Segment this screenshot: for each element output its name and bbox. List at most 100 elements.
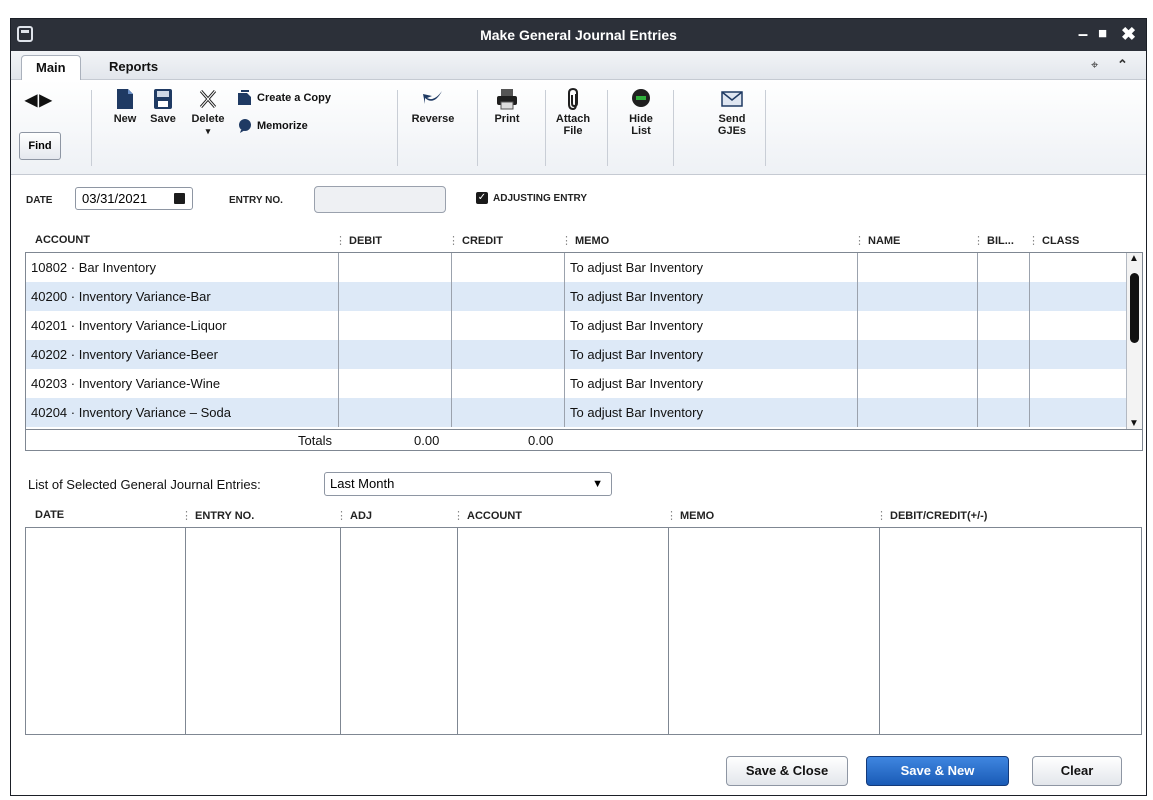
calendar-icon[interactable] [174,193,185,204]
previous-arrow-icon[interactable]: ◀ [25,92,39,109]
list-filter-dropdown[interactable]: Last Month ▼ [324,472,612,496]
table-row[interactable]: 10802 · Bar Inventory To adjust Bar Inve… [26,253,1128,282]
debit-cell[interactable] [339,369,452,398]
memo-cell[interactable]: To adjust Bar Inventory [565,282,858,311]
billable-cell[interactable] [978,398,1030,427]
hide-list-button[interactable]: Hide List [621,88,661,137]
chevron-up-icon[interactable]: ⌃ [1117,57,1128,73]
billable-cell[interactable] [978,369,1030,398]
date-field[interactable]: 03/31/2021 [75,187,193,210]
account-cell[interactable]: 40203 · Inventory Variance-Wine [26,369,339,398]
column-header-memo[interactable]: ⋮ MEMO [561,234,609,247]
table-row[interactable]: 40202 · Inventory Variance-Beer To adjus… [26,340,1128,369]
create-copy-button[interactable]: Create a Copy [237,90,331,106]
entry-no-label: ENTRY NO. [229,195,283,206]
account-cell[interactable]: 40200 · Inventory Variance-Bar [26,282,339,311]
debit-cell[interactable] [339,282,452,311]
journal-entry-window: Make General Journal Entries – ■ ✖ Main … [10,18,1147,796]
debit-cell[interactable] [339,398,452,427]
new-document-icon [117,89,133,109]
tab-reports[interactable]: Reports [95,55,172,79]
memo-cell[interactable]: To adjust Bar Inventory [565,369,858,398]
name-cell[interactable] [858,253,978,282]
table-row[interactable]: 40200 · Inventory Variance-Bar To adjust… [26,282,1128,311]
list-header-entry-no[interactable]: ⋮ ENTRY NO. [181,509,254,522]
class-cell[interactable] [1030,398,1128,427]
memo-cell[interactable]: To adjust Bar Inventory [565,340,858,369]
credit-cell[interactable] [452,253,565,282]
debit-cell[interactable] [339,253,452,282]
scroll-up-icon[interactable]: ▲ [1129,253,1139,264]
entry-no-field[interactable] [314,186,446,213]
class-cell[interactable] [1030,253,1128,282]
billable-cell[interactable] [978,340,1030,369]
next-arrow-icon[interactable]: ▶ [39,92,53,109]
credit-cell[interactable] [452,311,565,340]
debit-cell[interactable] [339,311,452,340]
credit-cell[interactable] [452,398,565,427]
memo-cell[interactable]: To adjust Bar Inventory [565,253,858,282]
credit-cell[interactable] [452,340,565,369]
credit-cell[interactable] [452,369,565,398]
list-header-adj[interactable]: ⋮ ADJ [336,509,372,522]
class-cell[interactable] [1030,282,1128,311]
credit-cell[interactable] [452,282,565,311]
list-header-debit-credit[interactable]: ⋮ DEBIT/CREDIT(+/-) [876,509,987,522]
new-button[interactable]: New [107,88,143,125]
print-button[interactable]: Print [487,88,527,125]
account-cell[interactable]: 40201 · Inventory Variance-Liquor [26,311,339,340]
list-column-memo [669,528,880,734]
list-header-memo[interactable]: ⋮ MEMO [666,509,714,522]
delete-button[interactable]: Delete ▾ [187,88,229,137]
name-cell[interactable] [858,340,978,369]
class-cell[interactable] [1030,311,1128,340]
debit-cell[interactable] [339,340,452,369]
find-button[interactable]: Find [19,132,61,160]
delete-x-icon [199,90,217,108]
column-header-class[interactable]: ⋮ CLASS [1028,234,1079,247]
reverse-button[interactable]: Reverse [407,88,459,125]
save-button[interactable]: Save [145,88,181,125]
name-cell[interactable] [858,282,978,311]
expand-icon[interactable]: ⌖ [1091,57,1098,73]
name-cell[interactable] [858,311,978,340]
column-header-name[interactable]: ⋮ NAME [854,234,900,247]
minimize-icon[interactable]: – [1078,23,1088,45]
maximize-icon[interactable]: ■ [1098,23,1107,45]
close-icon[interactable]: ✖ [1121,23,1136,45]
account-cell[interactable]: 10802 · Bar Inventory [26,253,339,282]
save-new-button[interactable]: Save & New [866,756,1009,786]
toolbar-divider [397,90,398,166]
class-cell[interactable] [1030,340,1128,369]
scroll-down-icon[interactable]: ▼ [1129,418,1139,429]
column-header-account[interactable]: ACCOUNT [35,234,90,246]
column-header-debit[interactable]: ⋮ DEBIT [335,234,382,247]
grid-scrollbar[interactable]: ▲ ▼ [1126,253,1142,429]
memo-cell[interactable]: To adjust Bar Inventory [565,398,858,427]
name-cell[interactable] [858,398,978,427]
billable-cell[interactable] [978,253,1030,282]
account-cell[interactable]: 40202 · Inventory Variance-Beer [26,340,339,369]
scrollbar-thumb[interactable] [1130,273,1139,343]
list-header-date[interactable]: DATE [35,509,64,521]
billable-cell[interactable] [978,311,1030,340]
tab-main[interactable]: Main [21,55,81,80]
adjusting-entry-checkbox[interactable]: ✓ [476,192,488,204]
table-row[interactable]: 40203 · Inventory Variance-Wine To adjus… [26,369,1128,398]
column-header-billable[interactable]: ⋮ BIL... [973,234,1014,247]
memorize-button[interactable]: Memorize [237,118,308,134]
account-cell[interactable]: 40204 · Inventory Variance – Soda [26,398,339,427]
clear-button[interactable]: Clear [1032,756,1122,786]
column-header-credit[interactable]: ⋮ CREDIT [448,234,503,247]
table-row[interactable]: 40201 · Inventory Variance-Liquor To adj… [26,311,1128,340]
billable-cell[interactable] [978,282,1030,311]
name-cell[interactable] [858,369,978,398]
send-gjes-button[interactable]: Send GJEs [711,88,753,137]
attach-file-button[interactable]: Attach File [551,88,595,137]
class-cell[interactable] [1030,369,1128,398]
list-header-account[interactable]: ⋮ ACCOUNT [453,509,522,522]
memo-cell[interactable]: To adjust Bar Inventory [565,311,858,340]
ribbon-tabs: Main Reports ⌖ ⌃ [11,51,1146,80]
save-close-button[interactable]: Save & Close [726,756,848,786]
table-row[interactable]: 40204 · Inventory Variance – Soda To adj… [26,398,1128,427]
